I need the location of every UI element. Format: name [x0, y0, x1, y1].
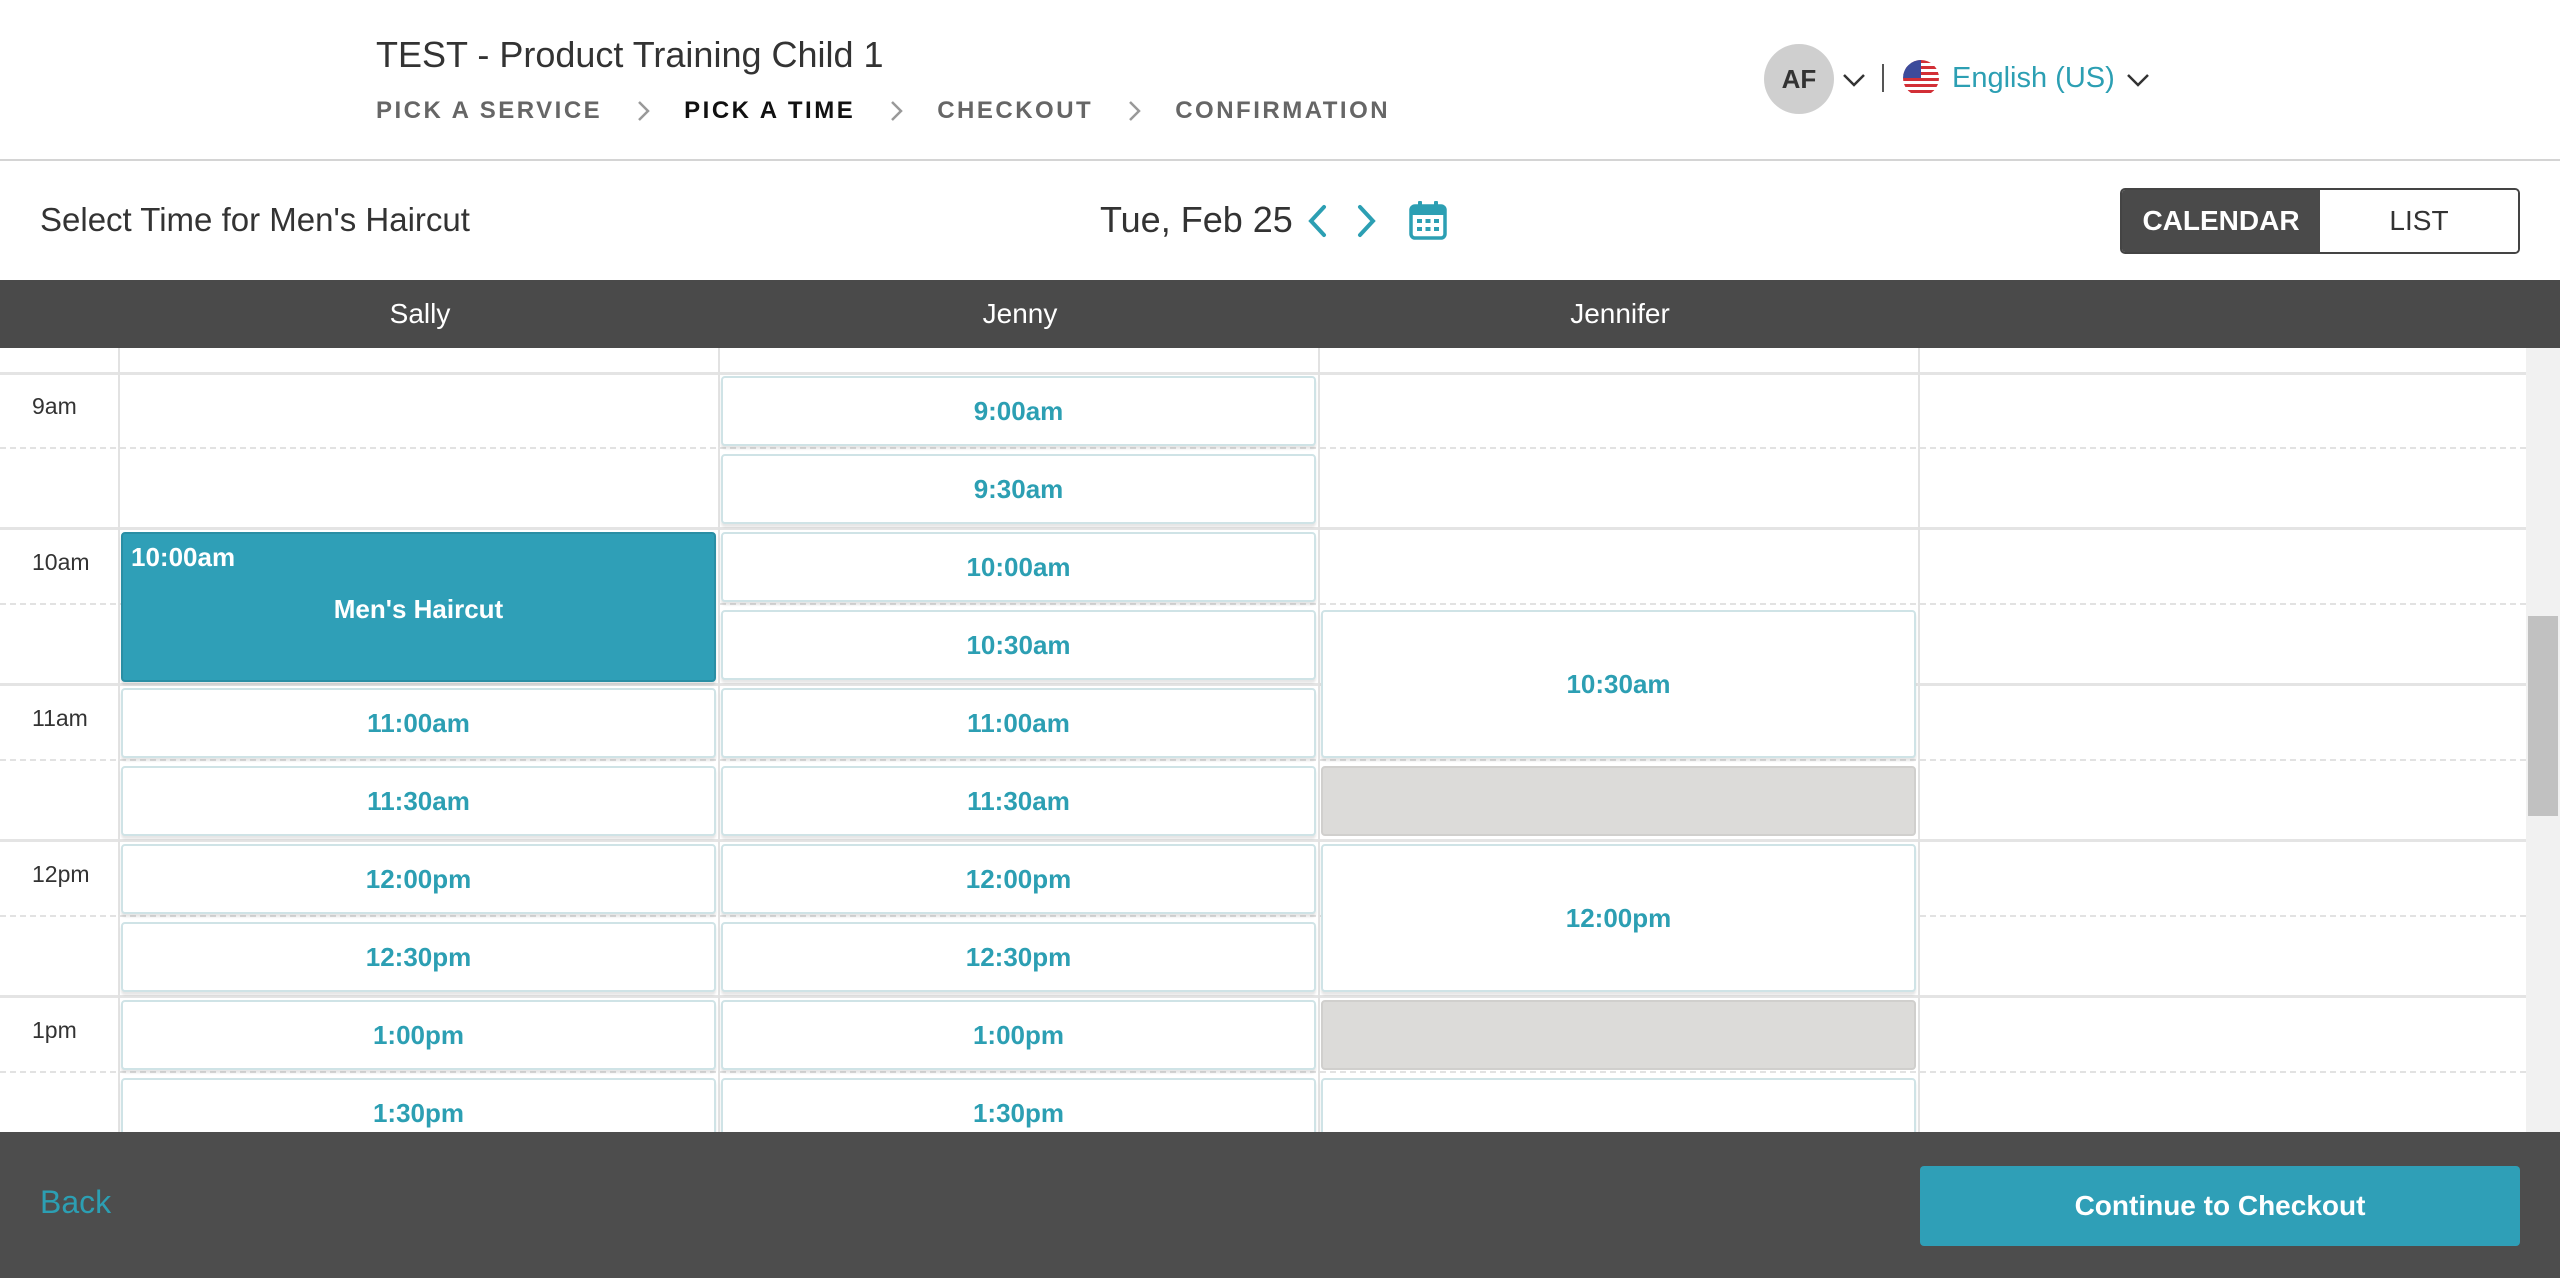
calendar-view-button[interactable]: CALENDAR [2122, 190, 2320, 252]
hour-label: 11am [32, 705, 88, 731]
unavailable-slot [1321, 1000, 1916, 1070]
grid-line [118, 348, 120, 1132]
step-pick-a-service[interactable]: PICK A SERVICE [376, 97, 602, 125]
grid-line [718, 348, 720, 1132]
time-slot[interactable]: 9:30am [721, 454, 1316, 524]
toolbar: Select Time for Men's Haircut Tue, Feb 2… [0, 161, 2560, 280]
time-slot[interactable]: 1:00pm [121, 1000, 716, 1070]
grid-line [0, 372, 2526, 375]
time-slot[interactable]: 12:00pm [1321, 844, 1916, 992]
step-confirmation: CONFIRMATION [1175, 97, 1391, 124]
selected-appointment[interactable]: 10:00am Men's Haircut [121, 532, 716, 682]
time-slot[interactable]: 10:30am [1321, 610, 1916, 758]
time-slot[interactable]: 11:00am [121, 688, 716, 758]
back-link[interactable]: Back [40, 1184, 111, 1221]
site-header: TEST - Product Training Child 1 PICK A S… [0, 0, 2560, 161]
grid-line [1318, 348, 1320, 1132]
time-slot[interactable]: 12:00pm [121, 844, 716, 914]
step-checkout: CHECKOUT [937, 97, 1094, 124]
time-slot[interactable] [1321, 1078, 1916, 1132]
us-flag-icon [1903, 60, 1939, 96]
time-slot[interactable]: 1:30pm [121, 1078, 716, 1132]
time-slot[interactable]: 10:30am [721, 610, 1316, 680]
time-slot[interactable]: 12:30pm [121, 922, 716, 992]
grid-line [0, 915, 2526, 917]
scrollbar-thumb[interactable] [2528, 616, 2558, 816]
chevron-down-icon[interactable] [1840, 66, 1868, 94]
staff-name-jennifer: Jennifer [1570, 298, 1670, 329]
staff-header: Sally Jenny Jennifer [0, 280, 2560, 348]
time-slot[interactable]: 1:30pm [721, 1078, 1316, 1132]
chevron-left-icon[interactable] [1300, 201, 1334, 241]
chevron-right-icon[interactable] [1350, 201, 1384, 241]
time-slot[interactable]: 1:00pm [721, 1000, 1316, 1070]
grid-line [0, 527, 2526, 530]
selected-service: Men's Haircut [333, 594, 504, 624]
grid-line [0, 759, 2526, 761]
header-divider [1882, 64, 1884, 92]
selected-time: 10:00am [131, 542, 236, 572]
chevron-down-icon[interactable] [2124, 66, 2152, 94]
grid-line [0, 839, 2526, 842]
grid-line [0, 1071, 2526, 1073]
avatar[interactable]: AF [1764, 44, 1834, 114]
hour-label: 10am [32, 549, 90, 575]
footer-bar: Back Continue to Checkout [0, 1132, 2560, 1278]
schedule-grid[interactable]: 9am 10am 11am 12pm 1pm 10:00am Men's Hai… [0, 348, 2560, 1132]
hour-label: 1pm [32, 1017, 77, 1043]
grid-line [1918, 348, 1920, 1132]
unavailable-slot [1321, 766, 1916, 836]
chevron-right-icon [638, 101, 650, 121]
hour-label: 12pm [32, 861, 90, 887]
time-slot[interactable]: 9:00am [721, 376, 1316, 446]
time-slot[interactable]: 11:30am [721, 766, 1316, 836]
calendar-icon[interactable] [1408, 199, 1448, 241]
breadcrumb: PICK A SERVICE PICK A TIME CHECKOUT CONF… [376, 96, 1390, 126]
grid-line [0, 683, 2526, 686]
time-slot[interactable]: 11:00am [721, 688, 1316, 758]
current-date: Tue, Feb 25 [1100, 199, 1293, 240]
time-slot[interactable]: 12:00pm [721, 844, 1316, 914]
hour-label: 9am [32, 393, 77, 419]
language-selector[interactable]: English (US) [1952, 62, 2115, 95]
staff-name-jenny: Jenny [982, 298, 1058, 329]
view-toggle: CALENDAR LIST [2120, 188, 2520, 254]
booking-page: TEST - Product Training Child 1 PICK A S… [0, 0, 2560, 1278]
staff-name-sally: Sally [389, 298, 451, 329]
step-pick-a-time: PICK A TIME [684, 97, 856, 124]
time-slot[interactable]: 12:30pm [721, 922, 1316, 992]
continue-to-checkout-button[interactable]: Continue to Checkout [1920, 1166, 2520, 1246]
grid-line [0, 447, 2526, 449]
chevron-right-icon [1129, 101, 1141, 121]
site-title: TEST - Product Training Child 1 [376, 34, 884, 75]
time-slot[interactable]: 10:00am [721, 532, 1316, 602]
time-slot[interactable]: 11:30am [121, 766, 716, 836]
grid-line [0, 995, 2526, 998]
chevron-right-icon [891, 101, 903, 121]
page-title: Select Time for Men's Haircut [40, 201, 470, 238]
list-view-button[interactable]: LIST [2320, 190, 2518, 252]
